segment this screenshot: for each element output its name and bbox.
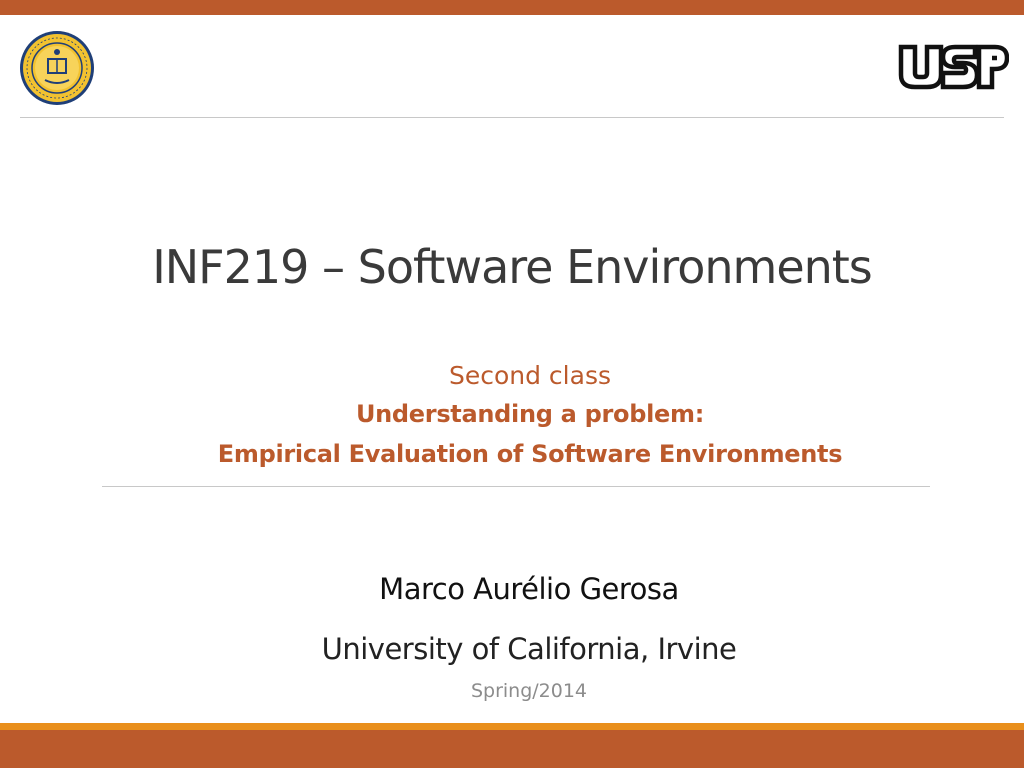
subtitle-line-2: Understanding a problem:	[355, 400, 705, 428]
bottom-accent-bar	[0, 730, 1024, 768]
top-accent-bar	[0, 0, 1024, 15]
subtitle-line-3: Empirical Evaluation of Software Environ…	[217, 440, 843, 468]
slide-subtitle: Second class Understanding a problem: Em…	[100, 358, 960, 474]
usp-logo-icon	[898, 44, 1009, 90]
subtitle-line-1: Second class	[448, 361, 611, 390]
slide-title: INF219 – Software Environments	[152, 240, 873, 294]
uc-irvine-seal-icon	[20, 31, 94, 105]
course-term: Spring/2014	[470, 680, 588, 702]
header-divider	[20, 117, 1004, 118]
bottom-accent-line	[0, 723, 1024, 730]
author-name: Marco Aurélio Gerosa	[379, 572, 679, 606]
author-affiliation: University of California, Irvine	[321, 632, 737, 666]
subtitle-divider	[102, 486, 930, 487]
